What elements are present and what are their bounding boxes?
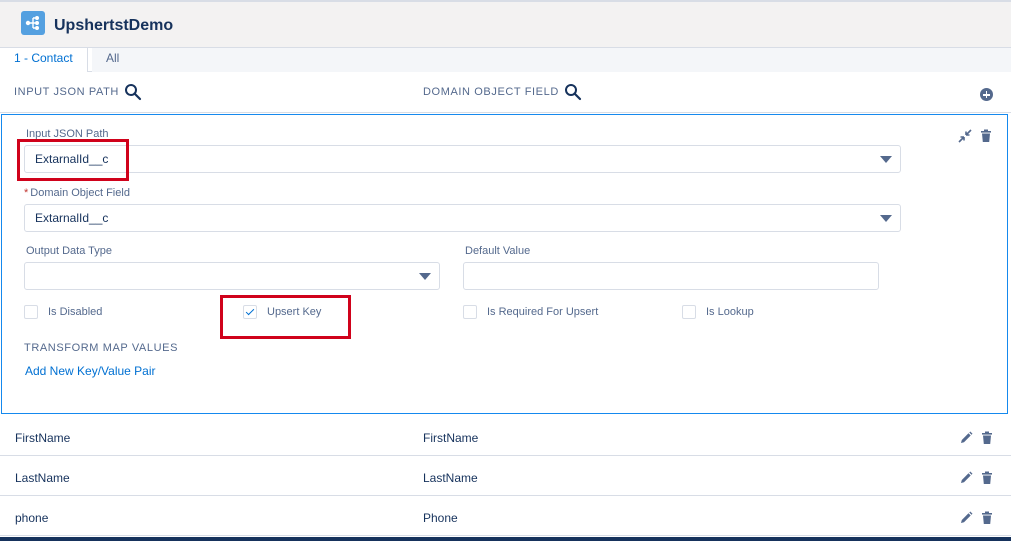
is-required-for-upsert-checkbox[interactable] [463,305,477,319]
tab-all[interactable]: All [92,48,1011,72]
output-data-type-select[interactable] [24,262,440,290]
tab-contact[interactable]: 1 - Contact [0,48,88,72]
row-domain-field: LastName [423,471,478,485]
chevron-down-icon [880,156,892,163]
row-input-path: phone [15,511,49,525]
app-header: UpshertstDemo [0,0,1011,48]
row-domain-field: Phone [423,511,458,525]
default-value-label: Default Value [465,245,531,257]
table-row: phone Phone [0,496,1011,536]
table-row: LastName LastName [0,456,1011,496]
trash-icon[interactable] [980,431,994,445]
input-json-path-column-label: INPUT JSON PATH [14,86,119,98]
collapse-icon[interactable] [958,129,972,143]
default-value-input[interactable] [463,262,879,290]
is-required-for-upsert-label: Is Required For Upsert [487,306,599,318]
add-key-value-pair-link[interactable]: Add New Key/Value Pair [25,364,156,378]
row-input-path: LastName [15,471,70,485]
required-indicator: * [24,187,29,199]
is-disabled-label: Is Disabled [48,306,103,318]
window-bottom-edge [0,537,1011,541]
input-json-path-column-header: INPUT JSON PATH [14,84,142,101]
trash-icon[interactable] [980,471,994,485]
add-circle-icon[interactable] [980,88,993,101]
trash-icon[interactable] [979,129,993,143]
domain-object-field-value: ExtarnalId__c [35,211,109,225]
domain-object-field-column-header: DOMAIN OBJECT FIELD [423,84,582,101]
is-disabled-checkbox[interactable] [24,305,38,319]
input-json-path-select[interactable]: ExtarnalId__c [24,145,901,173]
tab-all-label[interactable]: All [106,51,119,65]
transform-map-values-heading: TRANSFORM MAP VALUES [24,342,179,354]
is-lookup-checkbox[interactable] [682,305,696,319]
domain-object-field-label: * Domain Object Field [24,187,130,199]
app-title: UpshertstDemo [54,17,174,34]
pencil-icon[interactable] [959,471,973,485]
table-row: FirstName FirstName [0,416,1011,456]
mapping-editor-panel: Input JSON Path ExtarnalId__c * Domain Ob… [1,114,1008,414]
pencil-icon[interactable] [959,511,973,525]
search-icon[interactable] [564,83,582,101]
domain-object-field-label-text: Domain Object Field [30,187,130,199]
pencil-icon[interactable] [959,431,973,445]
domain-object-field-select[interactable]: ExtarnalId__c [24,204,901,232]
tab-bar: 1 - Contact All [0,48,1011,72]
domain-object-field-column-label: DOMAIN OBJECT FIELD [423,86,559,98]
highlight-box-upsert-key [220,295,351,339]
output-data-type-label: Output Data Type [26,245,113,257]
highlight-box-input-json-path [17,139,129,181]
sitemap-icon [21,11,45,35]
chevron-down-icon [419,273,431,280]
row-domain-field: FirstName [423,431,479,445]
column-header-row: INPUT JSON PATH DOMAIN OBJECT FIELD [0,73,1011,113]
chevron-down-icon [880,215,892,222]
is-lookup-label: Is Lookup [706,306,754,318]
row-input-path: FirstName [15,431,71,445]
trash-icon[interactable] [980,511,994,525]
search-icon[interactable] [124,83,142,101]
